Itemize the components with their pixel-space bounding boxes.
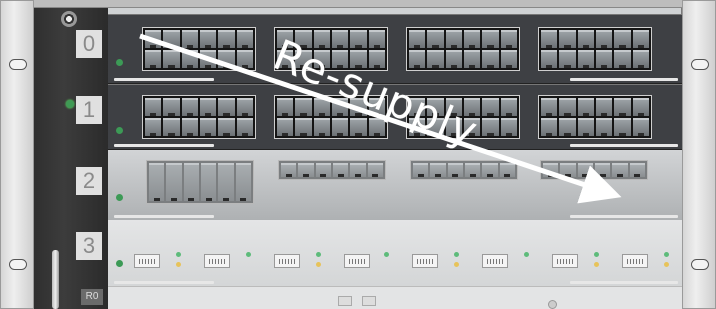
- led-icon: [176, 252, 181, 257]
- rail-handle[interactable]: [52, 250, 59, 309]
- sfp-port: [552, 254, 578, 268]
- port-block: [540, 160, 648, 180]
- sfp-port: [344, 254, 370, 268]
- mount-hole-icon: [9, 259, 27, 270]
- port-block: [410, 160, 518, 180]
- status-led-icon: [116, 59, 123, 66]
- ejector-lever[interactable]: [570, 144, 678, 147]
- port-block: [538, 95, 652, 139]
- port-block: [406, 27, 520, 71]
- sfp-port: [622, 254, 648, 268]
- ejector-lever[interactable]: [570, 78, 678, 81]
- status-led-icon: [116, 260, 123, 267]
- sfp-port: [274, 254, 300, 268]
- led-icon: [664, 262, 669, 267]
- led-icon: [176, 262, 181, 267]
- rack-ear-left: [0, 0, 34, 309]
- led-icon: [454, 262, 459, 267]
- led-icon: [316, 252, 321, 257]
- port-block: [278, 160, 386, 180]
- status-led-icon: [66, 100, 74, 108]
- sfp-port: [204, 254, 230, 268]
- screw-icon: [61, 11, 77, 27]
- sfp-port: [482, 254, 508, 268]
- slot-number-3: 3: [76, 232, 102, 260]
- led-icon: [454, 252, 459, 257]
- ejector-lever[interactable]: [114, 215, 214, 218]
- port-block: [146, 160, 254, 204]
- rail-label: R0: [81, 289, 103, 305]
- status-led-icon: [116, 194, 123, 201]
- led-icon: [594, 252, 599, 257]
- led-icon: [384, 252, 389, 257]
- led-icon: [594, 262, 599, 267]
- bottom-module: [108, 286, 682, 309]
- led-icon: [664, 252, 669, 257]
- led-icon: [524, 252, 529, 257]
- mount-hole-icon: [691, 259, 709, 270]
- rack-ear-right: [682, 0, 716, 309]
- ejector-lever[interactable]: [114, 78, 214, 81]
- mount-hole-icon: [9, 59, 27, 70]
- reset-button[interactable]: [548, 300, 557, 309]
- led-icon: [316, 262, 321, 267]
- ejector-lever[interactable]: [114, 144, 214, 147]
- mgmt-port: [338, 296, 352, 306]
- network-chassis: 0 1 2 3 R0 Re-supply: [0, 0, 716, 309]
- ejector-lever[interactable]: [114, 281, 214, 284]
- mount-hole-icon: [691, 59, 709, 70]
- line-card-2[interactable]: [108, 150, 682, 220]
- ejector-lever[interactable]: [570, 281, 678, 284]
- slot-number-2: 2: [76, 167, 102, 195]
- ejector-lever[interactable]: [570, 215, 678, 218]
- slot-number-1: 1: [76, 96, 102, 124]
- sfp-port: [134, 254, 160, 268]
- status-led-icon: [116, 127, 123, 134]
- port-block: [538, 27, 652, 71]
- chassis-top-edge: [34, 0, 682, 8]
- port-block: [142, 95, 256, 139]
- slot-number-0: 0: [76, 30, 102, 58]
- sfp-port: [412, 254, 438, 268]
- led-icon: [246, 252, 251, 257]
- mgmt-port: [362, 296, 376, 306]
- port-block: [142, 27, 256, 71]
